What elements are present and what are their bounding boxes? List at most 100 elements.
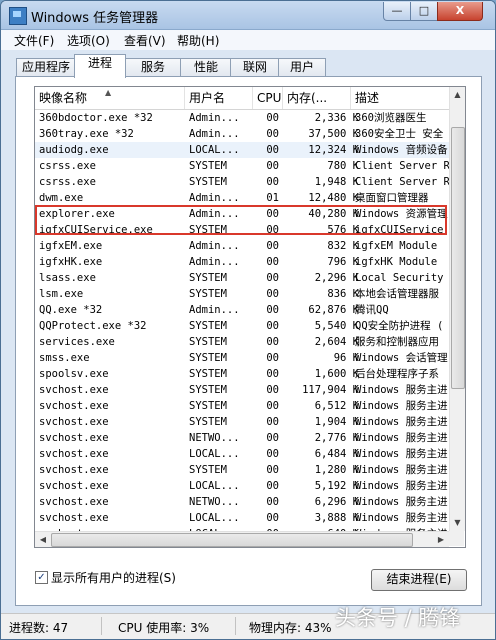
table-row[interactable]: svchost.exe SYSTEM 00 1,280 K Windows 服务主进 (35, 462, 449, 478)
status-cpu-usage: CPU 使用率: 3% (118, 621, 210, 635)
table-row[interactable]: lsm.exe SYSTEM 00 836 K 本地会话管理器服 (35, 286, 449, 302)
process-memory: 1,948 K (314, 176, 359, 188)
process-description: Windows 服务主进 (355, 496, 448, 508)
process-image-name: QQProtect.exe *32 (39, 320, 147, 332)
process-memory: 1,600 K (314, 368, 359, 380)
scrollbar-corner (449, 531, 464, 546)
table-row[interactable]: explorer.exe Admin... 00 40,280 K Windows 资源… (35, 206, 449, 222)
process-description: Windows 音频设备 (355, 144, 448, 156)
process-cpu: 00 (266, 480, 279, 492)
process-image-name: svchost.exe (39, 384, 109, 396)
menu-options[interactable]: 选项(O) (67, 32, 110, 49)
menu-file[interactable]: 文件(F) (14, 32, 54, 49)
menu-view[interactable]: 查看(V) (124, 32, 166, 49)
table-row[interactable]: svchost.exe LOCAL... 00 3,888 K Windows 服务主进 (35, 510, 449, 526)
title-bar[interactable]: Windows 任务管理器 — □ X (1, 1, 495, 30)
process-cpu: 00 (266, 160, 279, 172)
table-row[interactable]: svchost.exe NETWO... 00 6,296 K Windows 服务主进 (35, 494, 449, 510)
process-user-name: SYSTEM (189, 336, 227, 348)
tab-networking[interactable]: 联网 (230, 58, 280, 77)
tab-services[interactable]: 服务 (124, 58, 182, 77)
process-description: 服务和控制器应用 (355, 336, 439, 348)
table-row[interactable]: lsass.exe SYSTEM 00 2,296 K Local Security A (35, 270, 449, 286)
scroll-right-icon[interactable]: ▶ (433, 532, 449, 547)
process-user-name: LOCAL... (189, 512, 240, 524)
tab-users[interactable]: 用户 (278, 58, 326, 77)
process-image-name: lsass.exe (39, 272, 96, 284)
process-user-name: Admin... (189, 192, 240, 204)
column-user-name[interactable]: 用户名 (185, 87, 253, 109)
process-description: igfxCUIService 1 (355, 224, 449, 236)
menu-help[interactable]: 帮助(H) (177, 32, 219, 49)
checkbox-checked-icon[interactable]: ✓ (35, 571, 48, 584)
process-description: Windows 服务主进 (355, 432, 448, 444)
process-user-name: SYSTEM (189, 464, 227, 476)
process-user-name: NETWO... (189, 432, 240, 444)
column-description[interactable]: 描述 (351, 87, 449, 109)
table-row[interactable]: svchost.exe NETWO... 00 2,776 K Windows 服务主进 (35, 430, 449, 446)
table-row[interactable]: igfxCUIService.exe SYSTEM 00 576 KigfxCUISe… (35, 222, 449, 238)
table-row[interactable]: igfxEM.exe Admin... 00 832 KigfxEM Module (35, 238, 449, 254)
table-row[interactable]: spoolsv.exe SYSTEM 00 1,600 K 后台处理程序子系 (35, 366, 449, 382)
table-row[interactable]: smss.exe SYSTEM 00 96 K Windows 会话管理 (35, 350, 449, 366)
process-image-name: lsm.exe (39, 288, 84, 300)
column-memory[interactable]: 内存(... (283, 87, 351, 109)
process-list[interactable]: 映像名称 ▲ 用户名 CPU 内存(... 描述 360bdoctor.exe *… (34, 86, 466, 548)
process-description: Local Security A (355, 272, 449, 284)
watermark-text: 头条号 / 腾锋 (335, 606, 461, 630)
horizontal-scrollbar[interactable]: ◀ ▶ (35, 531, 449, 547)
process-cpu: 01 (266, 192, 279, 204)
process-memory: 5,192 K (314, 480, 359, 492)
process-memory: 2,776 K (314, 432, 359, 444)
minimize-button[interactable]: — (383, 2, 411, 21)
vertical-scroll-thumb[interactable] (451, 127, 465, 389)
tab-processes[interactable]: 进程 (74, 54, 126, 78)
process-memory: 836 K (327, 288, 359, 300)
process-description: 360浏览器医生 (355, 112, 427, 124)
table-row[interactable]: svchost.exe SYSTEM 00 117,904 K Windows 服务主进 (35, 382, 449, 398)
table-row[interactable]: svchost.exe LOCAL... 00 5,192 K Windows 服务主进 (35, 478, 449, 494)
end-process-button[interactable]: 结束进程(E) (371, 569, 467, 591)
tab-performance[interactable]: 性能 (180, 58, 232, 77)
table-row[interactable]: igfxHK.exe Admin... 00 796 KigfxHK Module (35, 254, 449, 270)
process-memory: 40,280 K (308, 208, 359, 220)
process-user-name: LOCAL... (189, 480, 240, 492)
table-row[interactable]: svchost.exe SYSTEM 00 6,512 K Windows 服务主进 (35, 398, 449, 414)
table-row[interactable]: 360bdoctor.exe *32 Admin... 00 2,336 K 360浏览… (35, 110, 449, 126)
vertical-scrollbar[interactable]: ▲ ▼ (449, 87, 465, 531)
column-cpu[interactable]: CPU (253, 87, 283, 109)
horizontal-scroll-thumb[interactable] (51, 533, 413, 547)
status-divider (101, 617, 102, 635)
table-row[interactable]: svchost.exe SYSTEM 00 1,904 K Windows 服务主进 (35, 414, 449, 430)
table-row[interactable]: csrss.exe SYSTEM 00 780 K Client Server Ru (35, 158, 449, 174)
process-rows: 360bdoctor.exe *32 Admin... 00 2,336 K 360浏览… (35, 110, 449, 542)
tab-applications[interactable]: 应用程序 (16, 58, 76, 77)
table-row[interactable]: audiodg.exe LOCAL... 00 12,324 K Windows 音频设… (35, 142, 449, 158)
process-image-name: svchost.exe (39, 416, 109, 428)
process-list-header: 映像名称 ▲ 用户名 CPU 内存(... 描述 (35, 87, 449, 110)
scroll-down-icon[interactable]: ▼ (450, 515, 465, 531)
close-button[interactable]: X (437, 2, 483, 21)
process-image-name: igfxEM.exe (39, 240, 103, 252)
column-image-name[interactable]: 映像名称 ▲ (35, 87, 185, 109)
process-memory: 117,904 K (302, 384, 359, 396)
process-user-name: SYSTEM (189, 176, 227, 188)
table-row[interactable]: services.exe SYSTEM 00 2,604 K 服务和控制器应用 (35, 334, 449, 350)
process-cpu: 00 (266, 432, 279, 444)
status-divider (235, 617, 236, 635)
window-title: Windows 任务管理器 (31, 11, 159, 26)
table-row[interactable]: dwm.exe Admin... 01 12,480 K 桌面窗口管理器 (35, 190, 449, 206)
process-cpu: 00 (266, 304, 279, 316)
scroll-left-icon[interactable]: ◀ (35, 532, 51, 547)
table-row[interactable]: QQ.exe *32 Admin... 00 62,876 K 腾讯QQ (35, 302, 449, 318)
table-row[interactable]: csrss.exe SYSTEM 00 1,948 K Client Server Ru (35, 174, 449, 190)
process-description: Windows 服务主进 (355, 480, 448, 492)
table-row[interactable]: 360tray.exe *32 Admin... 00 37,500 K 360安全卫士… (35, 126, 449, 142)
process-memory: 12,480 K (308, 192, 359, 204)
process-user-name: SYSTEM (189, 160, 227, 172)
scroll-up-icon[interactable]: ▲ (450, 87, 465, 103)
maximize-button[interactable]: □ (410, 2, 438, 21)
process-user-name: SYSTEM (189, 384, 227, 396)
table-row[interactable]: QQProtect.exe *32 SYSTEM 00 5,540 K QQ安全防护进程… (35, 318, 449, 334)
table-row[interactable]: svchost.exe LOCAL... 00 6,484 K Windows 服务主进 (35, 446, 449, 462)
